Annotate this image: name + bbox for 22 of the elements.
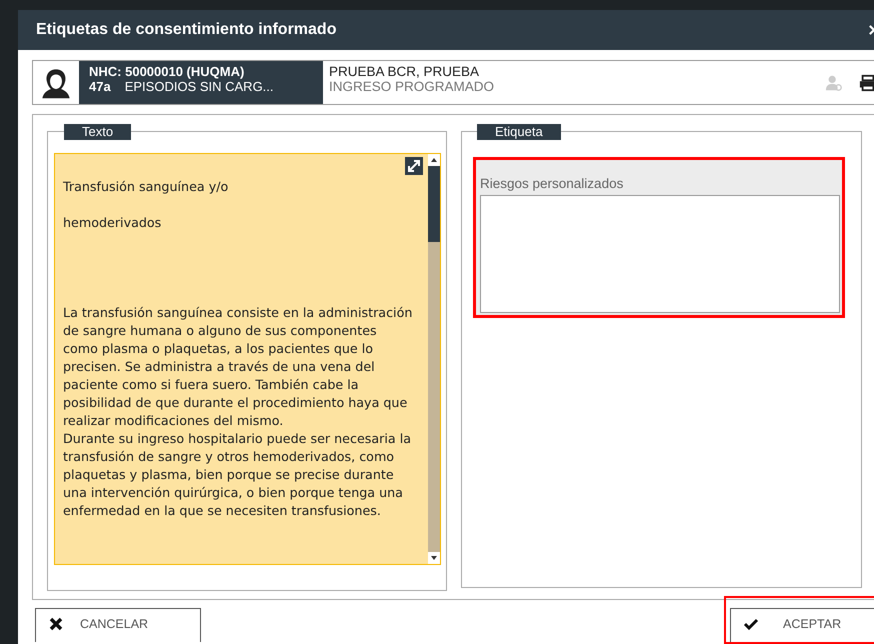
- expand-icon[interactable]: [405, 157, 423, 175]
- scroll-down-icon[interactable]: [428, 552, 440, 564]
- cancel-button[interactable]: CANCELAR: [35, 608, 201, 642]
- scroll-up-icon[interactable]: [428, 154, 440, 166]
- group-legend: Texto: [64, 124, 132, 140]
- consent-text: Transfusión sanguínea y/o: [63, 178, 230, 196]
- close-icon: [48, 616, 64, 632]
- print-icon[interactable]: [859, 74, 874, 92]
- group-legend: Etiqueta: [477, 124, 561, 140]
- patient-record-number: NHC: 50000010 (HUQMA): [89, 64, 246, 79]
- episodes-label: EPISODIOS SIN CARG...: [124, 79, 274, 94]
- window-title: Etiquetas de consentimiento informado: [36, 21, 336, 39]
- consent-text: hemoderivados: [63, 214, 162, 232]
- patient-age: 47a: [89, 79, 111, 94]
- admission-type: INGRESO PROGRAMADO: [329, 79, 496, 94]
- custom-risks-field[interactable]: Riesgos personalizados: [473, 157, 845, 318]
- accept-button[interactable]: ACEPTAR: [730, 608, 874, 642]
- scrollbar[interactable]: [428, 154, 440, 564]
- consent-text: Durante su ingreso hospitalario puede ser necesaria la transfusión de sangre y otros hemoderivados, como plaquetas y plasma, bien porque se precise durante una intervención quirúrgica, o bien porque tenga una enfermedad en la que se necesiten transfusiones.: [63, 430, 412, 520]
- scroll-thumb[interactable]: [428, 166, 440, 242]
- patient-name: PRUEBA BCR, PRUEBA: [329, 64, 480, 79]
- consent-text: La transfusión sanguínea consiste en la administración de sangre humana o alguno de sus componentes como plasma o plaquetas, a los pacientes que lo precisen. Se administra a través de una vena del paciente como si fuera suero. También cabe la posibilidad de que durante el procedimiento haya que realizar modificaciones del mismo.: [63, 304, 414, 430]
